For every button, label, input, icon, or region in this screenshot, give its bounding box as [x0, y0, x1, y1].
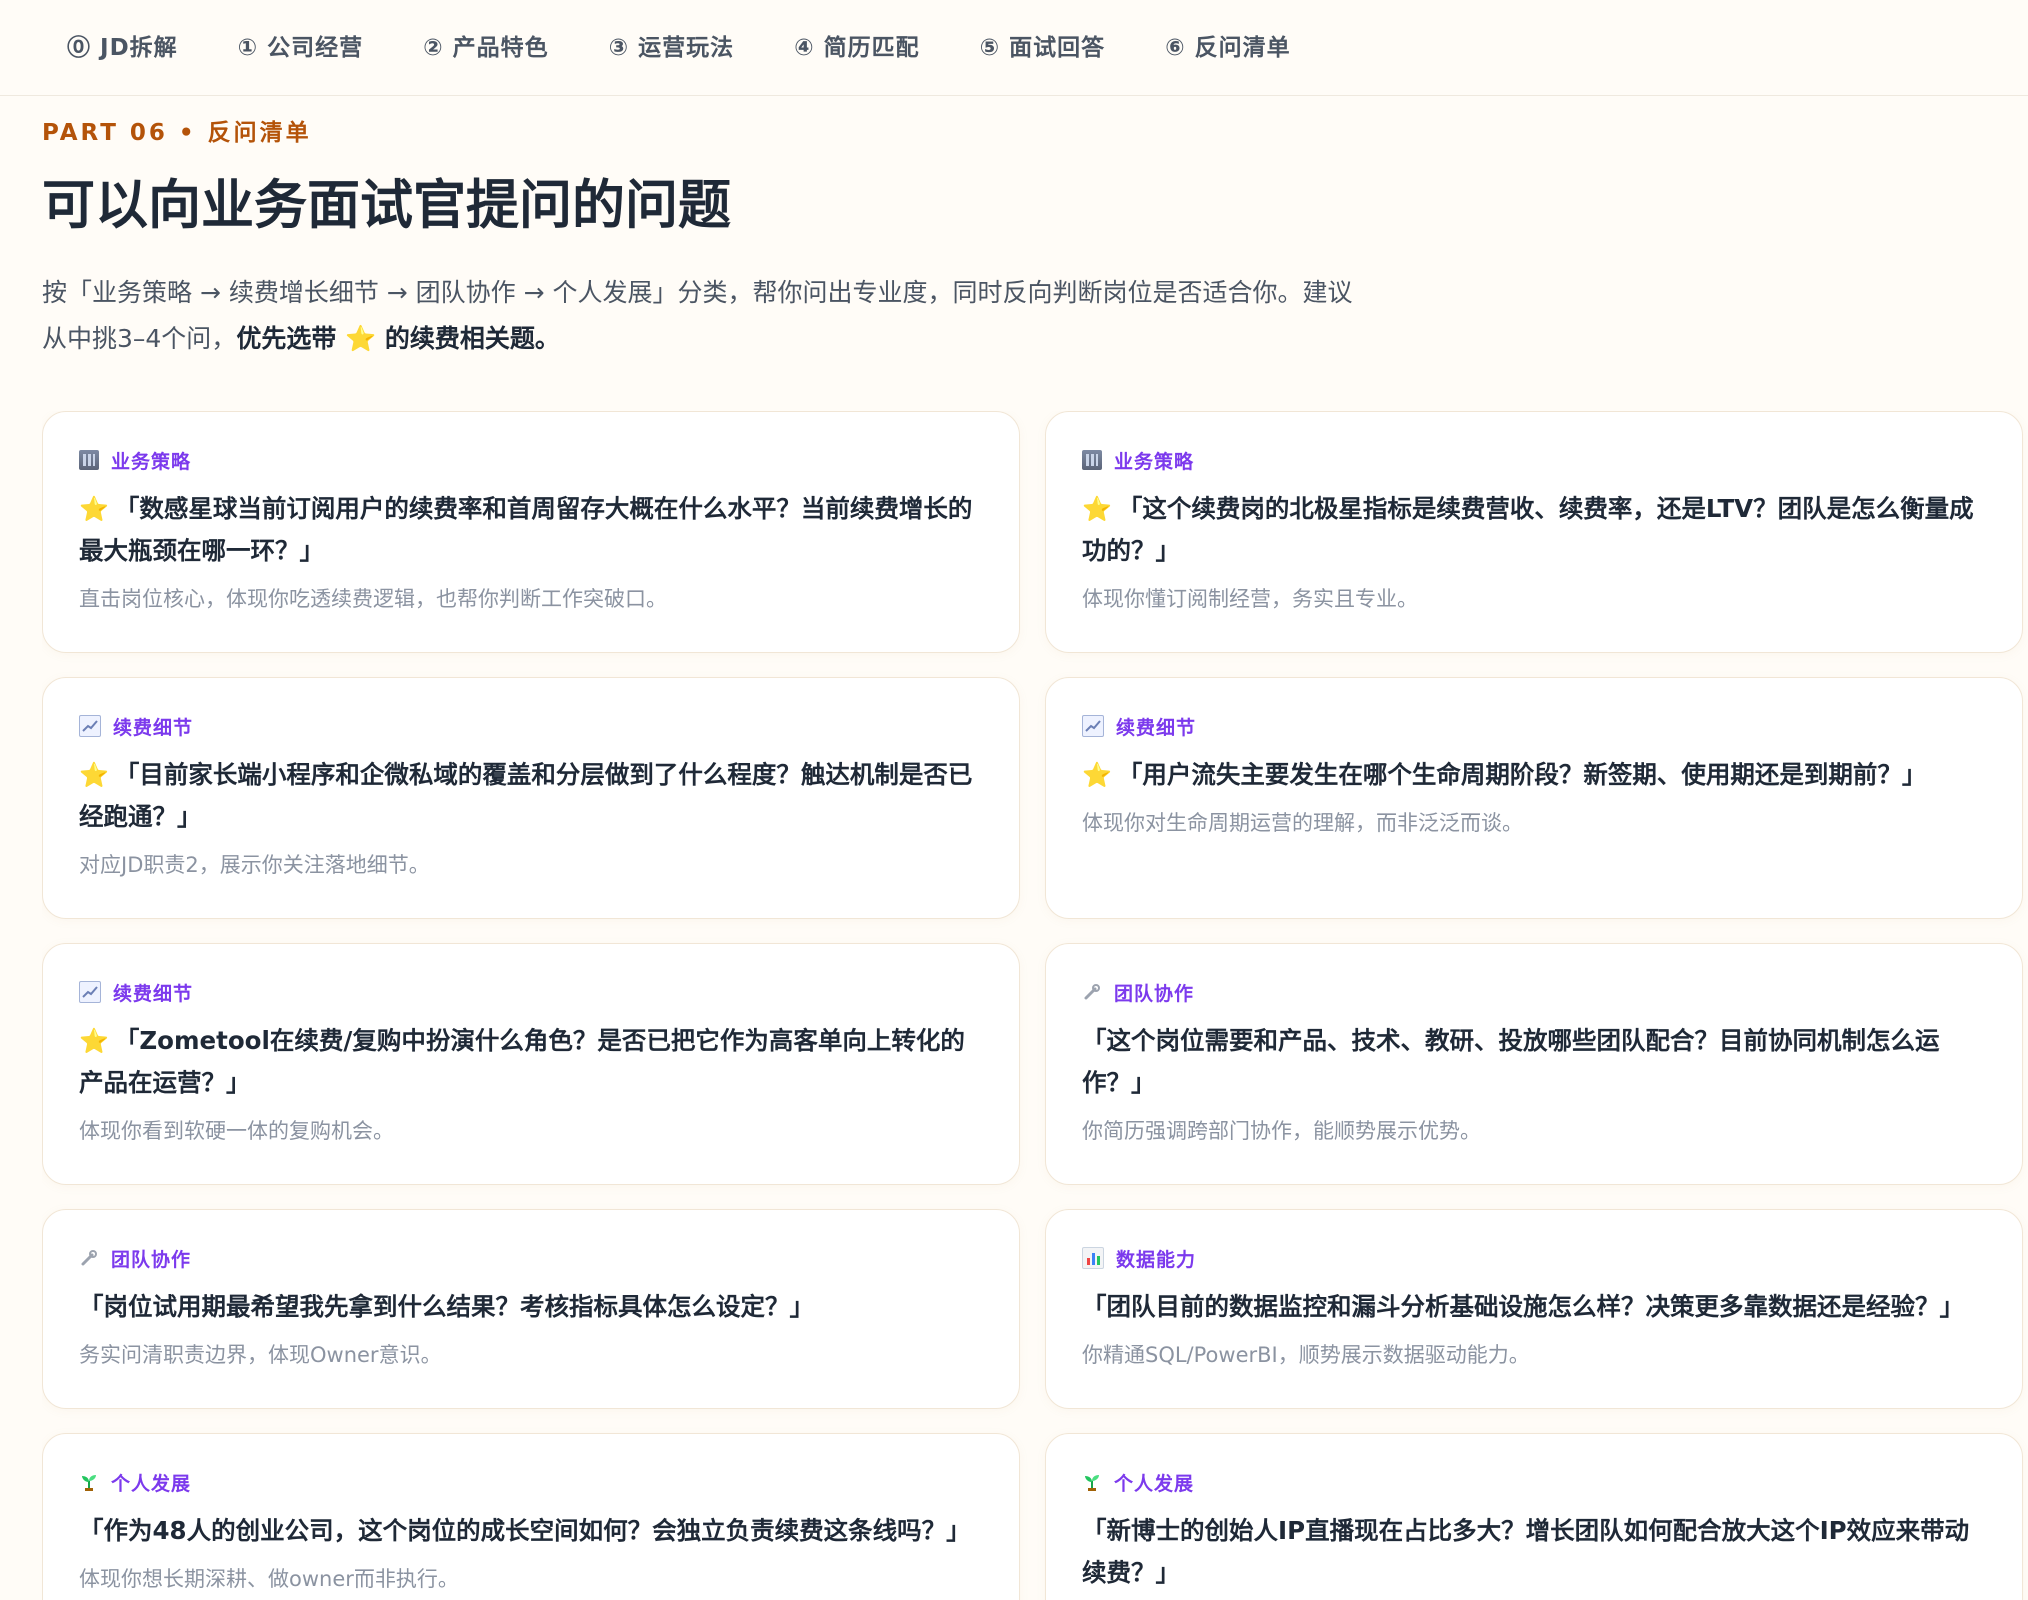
card-category: 个人发展: [1082, 1470, 1986, 1495]
card-category: 续费细节: [1082, 714, 1986, 739]
card-category: 个人发展: [79, 1470, 983, 1495]
card-category: 续费细节: [79, 714, 983, 739]
card-question: ⭐ 「数感星球当前订阅用户的续费率和首周留存大概在什么水平？当前续费增长的最大瓶颈…: [79, 488, 983, 572]
card-question-text: 「数感星球当前订阅用户的续费率和首周留存大概在什么水平？当前续费增长的最大瓶颈在…: [79, 494, 973, 565]
card-question: ⭐ 「目前家长端小程序和企微私域的覆盖和分层做到了什么程度？触达机制是否已经跑通？…: [79, 754, 983, 838]
building-icon: [79, 450, 99, 470]
nav-item-jd[interactable]: ⓪ JD拆解: [67, 28, 178, 62]
card-category-label: 个人发展: [1114, 1472, 1195, 1495]
card-note: 体现你对生命周期运营的理解，而非泛泛而谈。: [1082, 811, 1523, 835]
card-category-label: 个人发展: [111, 1472, 192, 1495]
page-title: 可以向业务面试官提问的问题: [42, 175, 731, 236]
card-question-text: 「Zometool在续费/复购中扮演什么角色？是否已把它作为高客单向上转化的产品…: [79, 1026, 965, 1097]
card-question-text: 「这个岗位需要和产品、技术、教研、投放哪些团队配合？目前协同机制怎么运作？」: [1082, 1026, 1940, 1097]
question-card: 续费细节 ⭐ 「Zometool在续费/复购中扮演什么角色？是否已把它作为高客单向上…: [42, 943, 1020, 1185]
intro-line-2a: 从中挑3–4个问，: [42, 324, 237, 353]
card-category-label: 续费细节: [1116, 716, 1197, 739]
card-category-label: 续费细节: [113, 982, 194, 1005]
intro-line-2b: 优先选带 ⭐ 的续费相关题。: [236, 324, 560, 353]
wrench-icon: [79, 1248, 99, 1268]
question-card: 续费细节 ⭐ 「用户流失主要发生在哪个生命周期阶段？新签期、使用期还是到期前？」 体现…: [1045, 677, 2023, 919]
bar-chart-icon: [1082, 1247, 1104, 1269]
card-note: 体现你想长期深耕、做owner而非执行。: [79, 1567, 459, 1591]
question-card: 团队协作「这个岗位需要和产品、技术、教研、投放哪些团队配合？目前协同机制怎么运作…: [1045, 943, 2023, 1185]
section-eyebrow: PART 06 • 反问清单: [42, 120, 312, 146]
question-card: 业务策略 ⭐ 「数感星球当前订阅用户的续费率和首周留存大概在什么水平？当前续费增长的…: [42, 411, 1020, 653]
card-question-text: 「用户流失主要发生在哪个生命周期阶段？新签期、使用期还是到期前？」: [1117, 760, 1927, 789]
card-note: 体现你懂订阅制经营，务实且专业。: [1082, 587, 1418, 611]
building-icon: [1082, 450, 1102, 470]
question-card-grid: 业务策略 ⭐ 「数感星球当前订阅用户的续费率和首周留存大概在什么水平？当前续费增长的…: [42, 411, 2028, 1600]
chart-icon: [79, 715, 101, 737]
card-category-label: 业务策略: [111, 450, 192, 473]
card-question: ⭐ 「用户流失主要发生在哪个生命周期阶段？新签期、使用期还是到期前？」: [1082, 754, 1986, 796]
card-category-label: 续费细节: [113, 716, 194, 739]
nav-item-company[interactable]: ① 公司经营: [238, 28, 363, 62]
card-question: 「作为48人的创业公司，这个岗位的成长空间如何？会独立负责续费这条线吗？」: [79, 1510, 983, 1552]
nav-item-operation[interactable]: ③ 运营玩法: [609, 28, 734, 62]
chart-icon: [1082, 715, 1104, 737]
card-question-text: 「团队目前的数据监控和漏斗分析基础设施怎么样？决策更多靠数据还是经验？」: [1082, 1292, 1964, 1321]
nav-item-product[interactable]: ② 产品特色: [423, 28, 548, 62]
nav-list: ⓪ JD拆解 ① 公司经营 ② 产品特色 ③ 运营玩法 ④ 简历匹配 ⑤ 面试回…: [67, 28, 1291, 62]
star-icon: ⭐: [79, 495, 109, 523]
card-category: 团队协作: [1082, 980, 1986, 1005]
star-icon: ⭐: [1082, 495, 1112, 523]
star-icon: ⭐: [79, 761, 109, 789]
question-card: 数据能力「团队目前的数据监控和漏斗分析基础设施怎么样？决策更多靠数据还是经验？」…: [1045, 1209, 2023, 1409]
card-question: ⭐ 「Zometool在续费/复购中扮演什么角色？是否已把它作为高客单向上转化的产…: [79, 1020, 983, 1104]
card-category: 业务策略: [1082, 448, 1986, 473]
card-category-label: 数据能力: [1116, 1248, 1197, 1271]
card-category: 团队协作: [79, 1246, 983, 1271]
card-question-text: 「岗位试用期最希望我先拿到什么结果？考核指标具体怎么设定？」: [79, 1292, 814, 1321]
card-question: 「岗位试用期最希望我先拿到什么结果？考核指标具体怎么设定？」: [79, 1286, 983, 1328]
question-card: 业务策略 ⭐ 「这个续费岗的北极星指标是续费营收、续费率，还是LTV？团队是怎么衡量…: [1045, 411, 2023, 653]
card-category-label: 团队协作: [111, 1248, 192, 1271]
star-icon: ⭐: [79, 1027, 109, 1055]
card-note: 务实问清职责边界，体现Owner意识。: [79, 1343, 442, 1367]
card-question-text: 「作为48人的创业公司，这个岗位的成长空间如何？会独立负责续费这条线吗？」: [79, 1516, 971, 1545]
card-note: 直击岗位核心，体现你吃透续费逻辑，也帮你判断工作突破口。: [79, 587, 667, 611]
card-category: 续费细节: [79, 980, 983, 1005]
card-note: 你精通SQL/PowerBI，顺势展示数据驱动能力。: [1082, 1343, 1530, 1367]
card-question-text: 「新博士的创始人IP直播现在占比多大？增长团队如何配合放大这个IP效应来带动续费…: [1082, 1516, 1970, 1587]
seedling-icon: [79, 1472, 99, 1492]
card-category-label: 团队协作: [1114, 982, 1195, 1005]
nav-item-resume[interactable]: ④ 简历匹配: [794, 28, 919, 62]
card-note: 体现你看到软硬一体的复购机会。: [79, 1119, 394, 1143]
section-header: PART 06 • 反问清单 可以向业务面试官提问的问题 按「业务策略 → 续费…: [42, 118, 1482, 353]
card-category: 数据能力: [1082, 1246, 1986, 1271]
question-card: 个人发展「新博士的创始人IP直播现在占比多大？增长团队如何配合放大这个IP效应来…: [1045, 1433, 2023, 1600]
intro-line-1: 按「业务策略 → 续费增长细节 → 团队协作 → 个人发展」分类，帮你问出专业度…: [42, 278, 1353, 307]
card-question: 「这个岗位需要和产品、技术、教研、投放哪些团队配合？目前协同机制怎么运作？」: [1082, 1020, 1986, 1104]
card-question-text: 「这个续费岗的北极星指标是续费营收、续费率，还是LTV？团队是怎么衡量成功的？」: [1082, 494, 1974, 565]
card-category: 业务策略: [79, 448, 983, 473]
card-note: 对应JD职责2，展示你关注落地细节。: [79, 853, 430, 877]
card-note: 你简历强调跨部门协作，能顺势展示优势。: [1082, 1119, 1481, 1143]
card-question: 「新博士的创始人IP直播现在占比多大？增长团队如何配合放大这个IP效应来带动续费…: [1082, 1510, 1986, 1594]
intro-text: 按「业务策略 → 续费增长细节 → 团队协作 → 个人发展」分类，帮你问出专业度…: [42, 270, 1482, 362]
question-card: 团队协作「岗位试用期最希望我先拿到什么结果？考核指标具体怎么设定？」务实问清职责…: [42, 1209, 1020, 1409]
card-question-text: 「目前家长端小程序和企微私域的覆盖和分层做到了什么程度？触达机制是否已经跑通？」: [79, 760, 973, 831]
question-card: 个人发展「作为48人的创业公司，这个岗位的成长空间如何？会独立负责续费这条线吗？…: [42, 1433, 1020, 1600]
seedling-icon: [1082, 1472, 1102, 1492]
card-question: 「团队目前的数据监控和漏斗分析基础设施怎么样？决策更多靠数据还是经验？」: [1082, 1286, 1986, 1328]
wrench-icon: [1082, 982, 1102, 1002]
star-icon: ⭐: [1082, 761, 1112, 789]
question-card: 续费细节 ⭐ 「目前家长端小程序和企微私域的覆盖和分层做到了什么程度？触达机制是否已…: [42, 677, 1020, 919]
card-category-label: 业务策略: [1114, 450, 1195, 473]
top-navigation: ⓪ JD拆解 ① 公司经营 ② 产品特色 ③ 运营玩法 ④ 简历匹配 ⑤ 面试回…: [0, 0, 2028, 96]
nav-item-interview[interactable]: ⑤ 面试回答: [980, 28, 1105, 62]
chart-icon: [79, 981, 101, 1003]
card-question: ⭐ 「这个续费岗的北极星指标是续费营收、续费率，还是LTV？团队是怎么衡量成功的？…: [1082, 488, 1986, 572]
nav-item-questions[interactable]: ⑥ 反问清单: [1165, 28, 1290, 62]
